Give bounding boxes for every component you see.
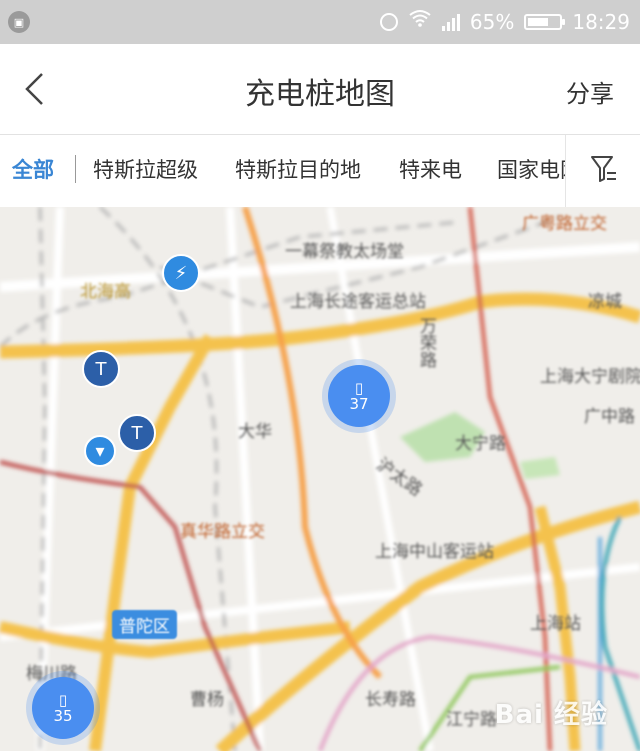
station-cluster[interactable]: ▯ 35 (32, 677, 94, 739)
map-label: 上海中山客运站 (375, 542, 494, 562)
plug-icon: ⚡ (174, 262, 188, 284)
map-label: 上海长途客运总站 (290, 292, 426, 312)
map-label: 上海大宁剧院 (540, 367, 640, 387)
map-label: 凉城 (588, 292, 622, 312)
tab-all[interactable]: 全部 (12, 154, 54, 184)
map-label: 北海高 (80, 282, 131, 302)
map-label: 真华路立交 (180, 522, 265, 542)
tab-tesla-supercharger[interactable]: 特斯拉超级 (93, 154, 198, 184)
tab-divider (75, 155, 76, 183)
map-label: 广中路 (584, 407, 635, 427)
battery-percent: 65% (469, 10, 515, 34)
share-button[interactable]: 分享 (566, 74, 614, 109)
watermark: Bai 经验 (494, 700, 608, 730)
app-header: 充电桩地图 分享 (0, 44, 640, 135)
notification-icon: ▣ (8, 11, 30, 33)
location-icon: ▾ (95, 440, 105, 462)
clock: 18:29 (572, 10, 630, 34)
map-label: 万荣路 (416, 317, 436, 368)
station-pin[interactable]: T (82, 350, 120, 388)
battery-level (528, 18, 548, 26)
tab-teld[interactable]: 特来电 (399, 154, 462, 184)
map-label: 广粤路立交 (522, 214, 607, 234)
station-pin[interactable]: ⚡ (162, 254, 200, 292)
map-label: 一幕祭教太场堂 (285, 242, 404, 262)
tesla-icon: T (131, 422, 143, 444)
map-label: 曹杨 (190, 690, 224, 710)
station-cluster[interactable]: ▯ 37 (328, 365, 390, 427)
status-bar: ▣ 65% 18:29 (0, 0, 640, 44)
wifi-icon (408, 9, 432, 35)
filter-icon (591, 156, 616, 182)
map-label: 上海站 (530, 614, 581, 634)
tab-tesla-destination[interactable]: 特斯拉目的地 (235, 154, 361, 184)
map-label: 大宁路 (455, 434, 506, 454)
charging-pile-icon: ▯ (58, 691, 68, 709)
signal-icon (441, 13, 460, 31)
alarm-icon (379, 13, 398, 31)
map-label: 江宁路 (446, 710, 497, 730)
charging-pile-icon: ▯ (354, 379, 364, 397)
tesla-icon: T (95, 358, 107, 380)
district-label: 普陀区 (112, 610, 177, 639)
operator-tabs: 全部 特斯拉超级 特斯拉目的地 特来电 国家电网 (0, 135, 640, 207)
map-label: 大华 (238, 422, 272, 442)
map-label: 长寿路 (365, 690, 416, 710)
page-title: 充电桩地图 (245, 77, 395, 112)
current-location-pin[interactable]: ▾ (84, 435, 116, 467)
cluster-count: 37 (349, 395, 369, 413)
battery-icon (524, 14, 566, 30)
cluster-count: 35 (53, 707, 73, 725)
map-view[interactable]: 上海长途客运总站 万荣路 上海大宁剧院 广中路 大华 大宁路 沪太路 真华路立交… (0, 207, 640, 751)
station-pin[interactable]: T (118, 414, 156, 452)
filter-button[interactable] (565, 135, 640, 207)
